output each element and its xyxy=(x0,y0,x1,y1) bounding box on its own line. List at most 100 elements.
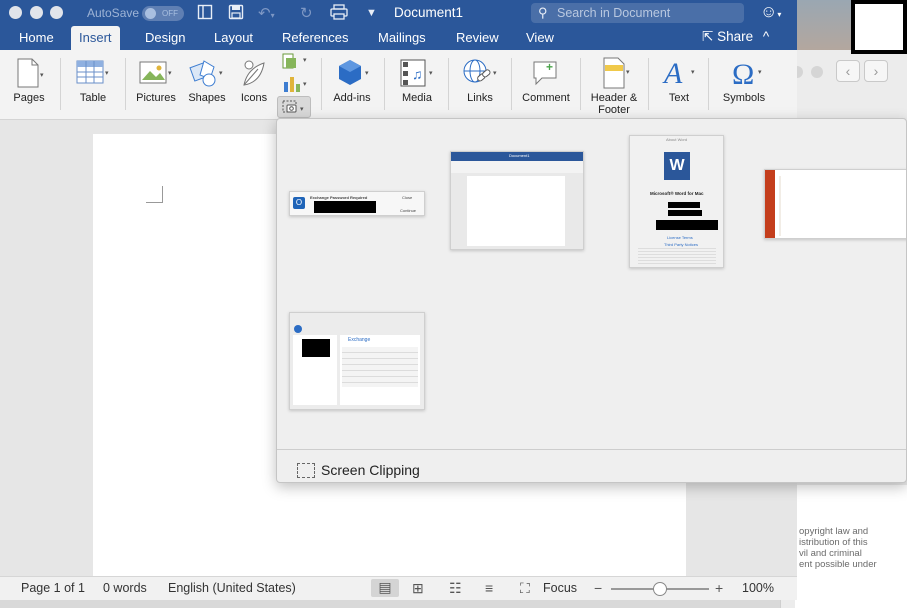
svg-text:▾: ▾ xyxy=(429,70,433,77)
window-thumbnail-about-word[interactable]: About Word W Microsoft® Word for Mac Lic… xyxy=(629,135,724,268)
svg-text:▾: ▾ xyxy=(40,72,44,79)
sidebar-icon[interactable] xyxy=(197,4,213,24)
pages-icon: ▾ xyxy=(8,54,50,92)
search-icon: ⚲ xyxy=(538,5,548,20)
outline-view-icon[interactable]: ☷ xyxy=(449,580,462,597)
comment-button[interactable]: + Comment xyxy=(518,54,574,104)
ribbon-separator xyxy=(648,58,649,110)
symbols-button[interactable]: Ω ▾ Symbols xyxy=(716,54,772,104)
minimize-window-button[interactable] xyxy=(30,6,43,19)
zoom-window-button[interactable] xyxy=(50,6,63,19)
tab-references[interactable]: References xyxy=(274,26,356,50)
page-count[interactable]: Page 1 of 1 xyxy=(21,581,85,595)
screenshot-button[interactable]: ▾ xyxy=(277,96,311,118)
close-window-button[interactable] xyxy=(9,6,22,19)
customize-toolbar-icon[interactable]: ▼ xyxy=(366,7,377,19)
icons-button[interactable]: Icons xyxy=(236,54,272,104)
background-window-button[interactable] xyxy=(811,66,823,78)
smartart-icon: ▾ xyxy=(282,53,307,69)
table-button[interactable]: ▾ Table xyxy=(72,54,114,104)
ribbon-tabs: Home Insert Design Layout References Mai… xyxy=(0,26,797,50)
zoom-slider-thumb[interactable] xyxy=(653,582,667,596)
shapes-button[interactable]: ▾ Shapes xyxy=(186,54,228,104)
screenshot-icon: ▾ xyxy=(282,100,304,113)
window-thumbnail-template-gallery[interactable] xyxy=(764,169,906,239)
web-layout-icon[interactable]: ⊞ xyxy=(412,580,424,597)
share-button[interactable]: ⇱ Share ^ xyxy=(702,26,769,50)
thumb-text: About Word xyxy=(666,137,688,142)
feedback-smiley-icon[interactable]: ☺▾ xyxy=(760,2,781,22)
focus-icon[interactable]: ⛶ xyxy=(520,580,530,597)
print-layout-icon[interactable]: ▤ xyxy=(371,579,399,597)
tab-view[interactable]: View xyxy=(518,26,562,50)
forward-arrow-icon[interactable]: › xyxy=(864,60,888,82)
links-label: Links xyxy=(467,92,493,104)
svg-text:Ω: Ω xyxy=(732,58,754,90)
tab-home[interactable]: Home xyxy=(11,26,62,50)
undo-icon[interactable]: ↶▾ xyxy=(258,4,275,22)
zoom-in-icon[interactable]: + xyxy=(715,580,723,596)
media-button[interactable]: ♫ ▾ Media xyxy=(394,54,440,104)
word-logo-icon: W xyxy=(664,152,690,180)
ribbon-separator xyxy=(125,58,126,110)
word-count[interactable]: 0 words xyxy=(103,581,147,595)
shapes-label: Shapes xyxy=(188,92,226,104)
svg-text:▾: ▾ xyxy=(493,70,497,77)
thumb-fine-print xyxy=(638,248,716,264)
header-footer-button[interactable]: ▾ Header & Footer xyxy=(586,54,642,116)
text-button[interactable]: A ▾ Text xyxy=(656,54,702,104)
ribbon-separator xyxy=(60,58,61,110)
collapse-ribbon-icon[interactable]: ^ xyxy=(763,29,769,44)
print-icon[interactable] xyxy=(330,4,348,24)
back-arrow-icon[interactable]: ‹ xyxy=(836,60,860,82)
tab-mailings[interactable]: Mailings xyxy=(370,26,434,50)
thumb-text: Microsoft® Word for Mac xyxy=(650,191,704,196)
zoom-percentage[interactable]: 100% xyxy=(742,581,774,595)
language-status[interactable]: English (United States) xyxy=(168,581,296,595)
thumb-sidebar xyxy=(765,170,775,238)
redo-icon[interactable]: ↻ xyxy=(300,4,313,22)
tab-review[interactable]: Review xyxy=(448,26,507,50)
pictures-button[interactable]: ▾ Pictures xyxy=(134,54,178,104)
redaction-bar xyxy=(668,210,702,216)
tab-layout[interactable]: Layout xyxy=(206,26,261,50)
window-thumbnail-exchange-accounts[interactable]: Exchange xyxy=(289,312,425,410)
thumb-text: Exchange xyxy=(348,337,371,343)
shapes-icon: ▾ xyxy=(186,54,228,92)
svg-text:▾: ▾ xyxy=(168,70,172,77)
thumb-template-grid xyxy=(779,176,906,236)
thumb-text: Continue xyxy=(400,208,417,213)
svg-text:▾: ▾ xyxy=(626,69,630,76)
white-box-overlay xyxy=(851,0,907,54)
ribbon-separator xyxy=(708,58,709,110)
window-thumbnail-word-document[interactable]: Document1 xyxy=(450,151,584,250)
addins-icon: ▾ xyxy=(328,54,376,92)
svg-text:♫: ♫ xyxy=(412,66,423,82)
search-input[interactable]: ⚲ Search in Document xyxy=(531,3,744,23)
header-footer-label-2: Footer xyxy=(598,104,630,116)
comment-icon: + xyxy=(518,54,574,92)
focus-label[interactable]: Focus xyxy=(543,581,577,595)
table-label: Table xyxy=(79,92,107,104)
ribbon-separator xyxy=(580,58,581,110)
screen-clipping-label: Screen Clipping xyxy=(321,462,420,478)
autosave-toggle[interactable]: OFF xyxy=(142,6,184,21)
tab-insert[interactable]: Insert xyxy=(71,26,120,50)
thumb-text: Third Party Notices xyxy=(664,242,699,247)
tab-design[interactable]: Design xyxy=(137,26,193,50)
pages-button[interactable]: ▾ Pages xyxy=(8,54,50,104)
svg-text:▾: ▾ xyxy=(303,57,307,64)
omega-icon: Ω ▾ xyxy=(716,54,772,92)
addins-button[interactable]: ▾ Add-ins xyxy=(328,54,376,104)
zoom-out-icon[interactable]: − xyxy=(594,580,602,596)
autosave-label: AutoSave xyxy=(87,6,140,20)
draft-view-icon[interactable]: ≡ xyxy=(485,580,493,596)
icons-label: Icons xyxy=(240,92,268,104)
thumb-page xyxy=(467,176,565,246)
window-thumbnail-exchange-password[interactable]: O Exchange Password Required Close Conti… xyxy=(289,191,425,216)
chart-button[interactable]: ▾ xyxy=(280,74,312,97)
links-button[interactable]: ▾ Links xyxy=(456,54,504,104)
save-icon[interactable] xyxy=(228,4,244,24)
screen-clipping-button[interactable]: Screen Clipping xyxy=(297,459,420,481)
pictures-icon: ▾ xyxy=(134,54,178,92)
